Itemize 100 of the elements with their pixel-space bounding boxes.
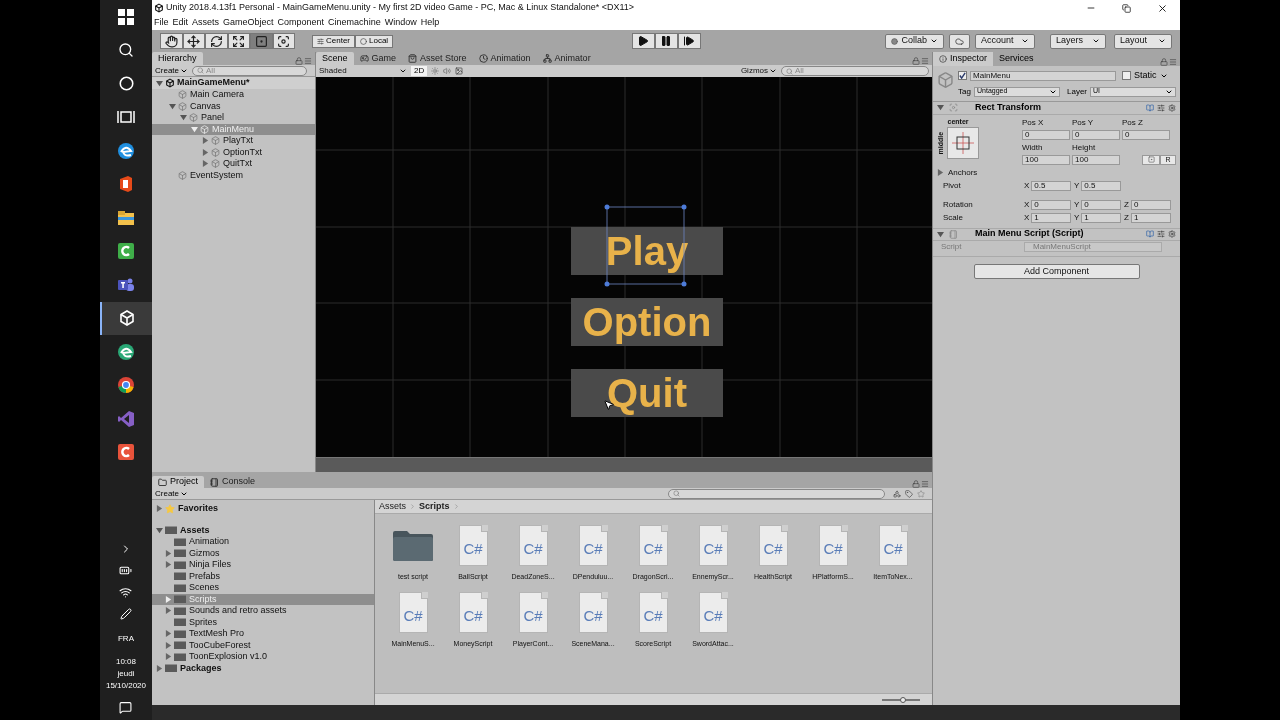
filter-type-icon[interactable] [893,489,901,498]
folder-tree-item[interactable]: Scenes [152,582,374,594]
menu-button[interactable]: Quit [571,369,723,417]
menu-button[interactable]: Play [571,227,723,275]
expand-arrow-icon[interactable] [165,549,172,557]
dock-tab[interactable]: Animation [472,52,537,65]
expand-arrow-icon[interactable] [165,561,172,569]
folder-tree-item[interactable]: Prefabs [152,570,374,582]
notification-icon[interactable] [119,701,133,714]
collapse-arrow-icon[interactable] [937,230,944,238]
expand-arrow-icon[interactable] [156,664,163,672]
expand-arrow-icon[interactable] [202,137,209,145]
number-field[interactable]: 0 [1130,199,1171,210]
component-header[interactable]: Main Menu Script (Script) [933,227,1180,241]
preset-icon[interactable] [1157,103,1165,112]
menu-item[interactable]: Edit [172,16,189,30]
dock-tab[interactable]: Hierarchy [152,52,203,65]
create-dropdown[interactable]: Create [155,64,188,77]
2d-toggle[interactable]: 2D [411,66,428,76]
hierarchy-row[interactable]: OptionTxt [152,146,315,158]
settings-icon[interactable] [1168,103,1176,112]
battery-icon[interactable] [119,564,133,577]
folder-tree-item[interactable]: TextMesh Pro [152,628,374,640]
folder-tree-item[interactable]: Ninja Files [152,559,374,571]
wifi-icon[interactable] [119,586,133,599]
folder-tree-item[interactable]: Sprites [152,616,374,628]
tool-button[interactable] [160,33,183,49]
tool-button[interactable] [182,33,205,49]
number-field[interactable]: 0.5 [1031,180,1072,191]
collapse-arrow-icon[interactable] [169,102,176,110]
collapse-arrow-icon[interactable] [191,125,198,133]
dock-tab[interactable]: Scene [316,52,354,65]
tool-button[interactable] [272,33,295,49]
expand-arrow-icon[interactable] [165,641,172,649]
folder-tree-item[interactable]: Gizmos [152,547,374,559]
menu-item[interactable]: Component [277,16,325,30]
dock-tab[interactable]: Inspector [933,52,994,66]
menu-item[interactable]: Cinemachine [328,16,381,30]
hierarchy-row[interactable]: Canvas [152,100,315,112]
number-field[interactable]: 1 [1130,212,1171,223]
expand-arrow-icon[interactable] [165,630,172,638]
help-icon[interactable] [1146,103,1154,112]
help-icon[interactable] [1146,230,1154,238]
scene-root-row[interactable]: MainGameMenu* [152,77,315,89]
taskbar-button[interactable] [100,301,152,335]
folder-tree-item[interactable]: Sounds and retro assets [152,605,374,617]
layers-dropdown[interactable]: Layers [1050,33,1106,49]
number-field[interactable]: 0 [1122,129,1170,140]
collapse-arrow-icon[interactable] [180,114,187,122]
lock-icon[interactable] [1160,58,1168,66]
collab-dropdown[interactable]: Collab [885,33,944,49]
number-field[interactable]: 100 [1022,154,1070,165]
folder-tree-item[interactable]: TooCubeForest [152,639,374,651]
search-field[interactable] [668,488,885,499]
label-icon[interactable] [905,489,913,498]
active-checkbox[interactable] [958,71,968,81]
space-button[interactable]: Local [355,34,394,48]
breadcrumb-item[interactable]: Assets [379,499,406,514]
menu-item[interactable]: Help [420,16,440,30]
menu-icon[interactable] [921,480,929,488]
menu-icon[interactable] [1169,58,1177,66]
hierarchy-row[interactable]: PlayTxt [152,135,315,147]
lock-icon[interactable] [295,57,303,65]
menu-item[interactable]: File [154,16,169,30]
effects-icon[interactable] [455,67,464,75]
create-dropdown[interactable]: Create [155,487,188,500]
expand-arrow-icon[interactable] [156,505,163,513]
expand-arrow-icon[interactable] [165,595,172,603]
dock-tab[interactable]: Project [152,476,204,488]
dock-tab[interactable]: Services [993,52,1040,66]
dock-tab[interactable]: Asset Store [402,52,473,65]
account-dropdown[interactable]: Account [975,33,1035,49]
shading-dropdown[interactable]: Shaded [319,65,407,77]
clock[interactable]: 10:08 jeudi 15/10/2020 [105,656,146,692]
expand-arrow-icon[interactable] [165,653,172,661]
menu-item[interactable]: Window [384,16,417,30]
audio-icon[interactable] [443,67,452,75]
component-header[interactable]: Rect Transform [933,101,1180,115]
tool-button[interactable] [205,33,228,49]
expand-arrow-icon[interactable] [202,148,209,156]
blueprint-button[interactable] [1142,154,1160,165]
collapse-arrow-icon[interactable] [937,104,944,111]
static-checkbox[interactable] [1122,71,1132,81]
layout-dropdown[interactable]: Layout [1114,33,1172,49]
anchor-preset-button[interactable] [947,127,979,159]
folder-tree-item[interactable]: ToonExplosion v1.0 [152,651,374,663]
collapse-arrow-icon[interactable] [156,526,163,534]
hierarchy-row[interactable]: EventSystem [152,169,315,181]
cloud-button[interactable] [949,33,970,49]
expand-arrow-icon[interactable] [937,169,944,176]
number-field[interactable]: 0 [1031,199,1072,210]
folder-tree-item[interactable]: Assets [152,524,374,536]
folder-tree-item[interactable]: Packages [152,662,374,674]
folder-tree-item[interactable]: Favorites [152,503,374,515]
lock-icon[interactable] [912,480,920,488]
language-indicator[interactable]: FRA [118,633,134,645]
expand-arrow-icon[interactable] [202,160,209,168]
dock-tab[interactable]: Game [353,52,403,65]
number-field[interactable]: 100 [1072,154,1120,165]
dock-tab[interactable]: Console [204,476,262,488]
